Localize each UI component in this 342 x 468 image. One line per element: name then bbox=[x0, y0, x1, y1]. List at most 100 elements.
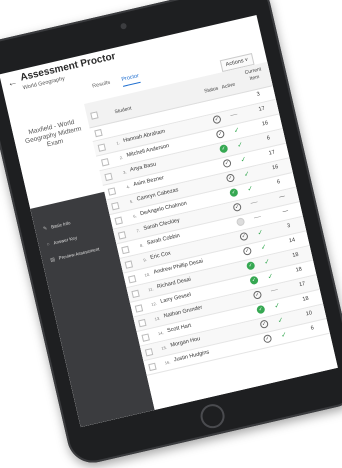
row-number: 13. bbox=[154, 315, 161, 322]
student-name[interactable]: Scott Hart bbox=[167, 323, 192, 334]
key-icon: ○ bbox=[46, 241, 51, 248]
row-checkbox[interactable] bbox=[111, 201, 120, 211]
column-header-current-item[interactable]: Current Item bbox=[241, 66, 268, 85]
status-check-icon: ✓ bbox=[215, 129, 226, 139]
row-checkbox[interactable] bbox=[114, 216, 123, 225]
row-number: 2. bbox=[119, 154, 124, 161]
current-item-value: 10 bbox=[305, 310, 313, 318]
row-number: 4. bbox=[125, 183, 131, 190]
active-check-icon: ✓ bbox=[240, 156, 248, 165]
active-indicator: — bbox=[253, 213, 262, 222]
status-check-icon: ✓ bbox=[225, 173, 236, 183]
document-icon: ▤ bbox=[49, 256, 56, 264]
current-item-value: 18 bbox=[291, 251, 300, 259]
active-indicator: — bbox=[229, 110, 239, 120]
row-checkbox[interactable] bbox=[94, 128, 103, 138]
status-check-icon: ✓ bbox=[242, 246, 253, 256]
active-check-icon: ✓ bbox=[273, 302, 282, 311]
row-checkbox[interactable] bbox=[144, 348, 154, 357]
row-checkbox[interactable] bbox=[134, 304, 144, 313]
row-number: 16. bbox=[164, 359, 171, 366]
nav-item-label: Preview Assessment bbox=[58, 246, 100, 261]
active-check-icon: ✓ bbox=[277, 316, 285, 325]
row-number: 3. bbox=[122, 169, 127, 175]
row-checkbox[interactable] bbox=[97, 143, 107, 152]
active-check-icon: ✓ bbox=[267, 272, 275, 282]
student-name[interactable]: Anya Basu bbox=[129, 161, 156, 173]
current-item-value: — bbox=[278, 193, 286, 201]
status-idle-icon: ✓ bbox=[235, 217, 246, 227]
row-number: 10. bbox=[144, 271, 151, 278]
current-item-value: 6 bbox=[266, 135, 271, 142]
active-check-icon: ✓ bbox=[243, 170, 251, 179]
row-number: 15. bbox=[160, 344, 168, 351]
nav-item-basic-info[interactable]: ✎ Basic Info bbox=[43, 220, 72, 232]
row-number: 11. bbox=[147, 286, 154, 293]
student-name[interactable]: Eric Cox bbox=[150, 250, 172, 261]
status-check-icon: ✓ bbox=[259, 319, 269, 329]
row-number: 9. bbox=[142, 257, 148, 263]
row-checkbox[interactable] bbox=[101, 158, 110, 167]
student-name[interactable]: Larry Gessel bbox=[160, 292, 192, 305]
row-checkbox[interactable] bbox=[148, 362, 157, 372]
status-check-icon: ✓ bbox=[262, 333, 273, 344]
active-check-icon: ✓ bbox=[246, 185, 255, 194]
active-check-icon: ✓ bbox=[280, 331, 288, 340]
row-number: 14. bbox=[157, 330, 165, 337]
status-check-icon: ✓ bbox=[245, 260, 256, 271]
row-checkbox[interactable] bbox=[141, 333, 150, 342]
current-item-value: 14 bbox=[288, 237, 296, 245]
current-item-value: 3 bbox=[256, 91, 261, 98]
current-item-value: 18 bbox=[295, 266, 303, 274]
row-checkbox[interactable] bbox=[124, 260, 134, 269]
tab-results[interactable]: Results bbox=[92, 80, 112, 93]
tablet-screen: ← Assessment Proctor World Geography Res… bbox=[0, 14, 338, 428]
row-checkbox[interactable] bbox=[128, 275, 137, 284]
current-item-value: — bbox=[282, 207, 289, 216]
current-item-value: 18 bbox=[301, 295, 310, 303]
current-item-value: 16 bbox=[271, 164, 279, 172]
row-checkbox[interactable] bbox=[121, 245, 130, 255]
status-check-icon: ✓ bbox=[212, 114, 222, 125]
row-number: 1. bbox=[115, 140, 121, 146]
column-header-status[interactable]: Status bbox=[204, 86, 219, 95]
row-checkbox[interactable] bbox=[138, 318, 147, 328]
active-check-icon: ✓ bbox=[236, 141, 244, 150]
exam-title: Maxfield - World Geography Midterm Exam bbox=[24, 118, 83, 149]
active-check-icon: ✓ bbox=[263, 258, 271, 267]
row-number: 8. bbox=[139, 242, 144, 249]
row-checkbox[interactable] bbox=[131, 289, 140, 299]
row-checkbox[interactable] bbox=[107, 187, 117, 196]
status-check-icon: ✓ bbox=[249, 275, 259, 286]
status-check-icon: ✓ bbox=[239, 231, 249, 242]
active-indicator: — bbox=[249, 198, 259, 208]
stage: ← Assessment Proctor World Geography Res… bbox=[0, 0, 342, 468]
current-item-value: 6 bbox=[276, 179, 281, 186]
student-name[interactable]: Morgan Hou bbox=[170, 336, 201, 349]
column-header-active[interactable]: Active bbox=[221, 82, 236, 91]
status-check-icon: ✓ bbox=[256, 304, 266, 315]
back-arrow-icon[interactable]: ← bbox=[6, 77, 18, 90]
row-checkbox[interactable] bbox=[117, 231, 127, 240]
current-item-value: 16 bbox=[261, 120, 269, 128]
row-number: 5. bbox=[129, 198, 134, 205]
active-check-icon: ✓ bbox=[233, 126, 241, 135]
student-name[interactable]: Asim Bezner bbox=[133, 175, 165, 188]
status-check-icon: ✓ bbox=[218, 143, 229, 154]
row-number bbox=[104, 125, 116, 128]
tab-proctor[interactable]: Proctor bbox=[120, 73, 141, 87]
home-button[interactable] bbox=[198, 401, 227, 431]
column-header-student[interactable]: Student bbox=[114, 106, 132, 116]
active-indicator: — bbox=[270, 286, 279, 295]
current-item-value: 17 bbox=[268, 149, 276, 157]
status-check-icon: ✓ bbox=[229, 187, 239, 198]
page-title: Assessment Proctor bbox=[19, 50, 117, 84]
nav-item-preview-assessment[interactable]: ▤ Preview Assessment bbox=[50, 246, 100, 263]
active-check-icon: ✓ bbox=[260, 243, 268, 252]
current-item-value: 17 bbox=[258, 105, 266, 113]
status-check-icon: ✓ bbox=[252, 290, 263, 300]
active-check-icon: ✓ bbox=[256, 229, 265, 238]
select-all-checkbox[interactable] bbox=[90, 111, 99, 120]
row-checkbox[interactable] bbox=[104, 172, 113, 182]
nav-item-answer-key[interactable]: ○ Answer Key bbox=[46, 235, 78, 248]
